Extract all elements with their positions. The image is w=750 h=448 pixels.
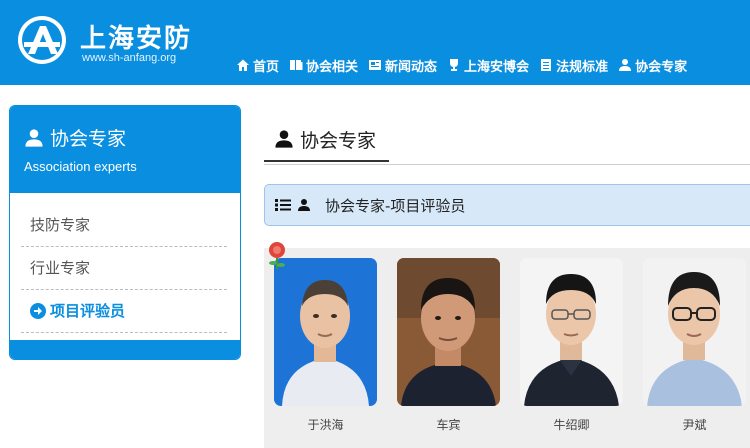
sidebar-item-project-evaluators[interactable]: 项目评验员 [21, 290, 227, 333]
logo-icon[interactable] [16, 14, 68, 66]
user-icon [619, 59, 632, 71]
document-icon [541, 59, 552, 71]
trophy-icon [450, 59, 459, 71]
user-icon [275, 130, 293, 148]
nav-item-association[interactable]: 协会相关 [289, 56, 359, 75]
book-icon [290, 60, 303, 70]
nav-label: 协会相关 [306, 59, 359, 75]
logo-url: www.sh-anfang.org [82, 52, 177, 64]
expert-card[interactable] [520, 258, 623, 406]
page-title: 协会专家 [300, 129, 377, 152]
sidebar-item-label: 技防专家 [30, 216, 91, 234]
expert-card[interactable] [397, 258, 500, 406]
expert-photo [274, 258, 377, 406]
nav-item-news[interactable]: 新闻动态 [368, 56, 438, 75]
sidebar-item-industry-experts[interactable]: 行业专家 [21, 247, 227, 290]
section-header: 协会专家 [264, 118, 750, 165]
sidebar: 协会专家 Association experts 技防专家 行业专家 项目评验员 [9, 105, 241, 360]
arrow-circle-right-icon [30, 303, 46, 319]
nav-label: 新闻动态 [385, 59, 438, 75]
user-icon [298, 199, 310, 211]
expert-name: 尹斌 [682, 418, 707, 432]
main-nav: 首页 协会相关 新闻动态 上海安博会 法规标准 协会专家 [236, 56, 697, 75]
site-header: 上海安防 www.sh-anfang.org 首页 协会相关 新闻动态 上海安博… [0, 0, 750, 85]
sidebar-title: 协会专家 [24, 124, 126, 151]
logo-title[interactable]: 上海安防 [80, 18, 192, 55]
breadcrumb: 协会专家-项目评验员 [264, 184, 750, 226]
flower-badge-icon [269, 242, 285, 269]
expert-name: 于洪海 [307, 418, 344, 432]
sidebar-item-label: 行业专家 [30, 259, 91, 277]
sidebar-subtitle: Association experts [24, 159, 137, 174]
expert-name: 牛绍卿 [553, 418, 590, 432]
user-icon [25, 128, 43, 147]
sidebar-footer [10, 340, 240, 359]
expert-photo [397, 258, 500, 406]
sidebar-item-label: 项目评验员 [50, 302, 126, 320]
list-icon [275, 199, 291, 211]
newspaper-icon [369, 60, 382, 70]
tab-experts[interactable]: 协会专家 [264, 118, 389, 162]
nav-label: 法规标准 [556, 59, 609, 75]
sidebar-header: 协会专家 Association experts [10, 106, 240, 193]
expert-photo [520, 258, 623, 406]
nav-item-experts[interactable]: 协会专家 [618, 56, 688, 75]
nav-item-expo[interactable]: 上海安博会 [447, 56, 530, 75]
nav-label: 首页 [253, 59, 280, 75]
nav-item-home[interactable]: 首页 [236, 56, 280, 75]
expert-card[interactable] [643, 258, 746, 406]
expert-card[interactable] [274, 258, 377, 406]
nav-label: 上海安博会 [464, 59, 530, 75]
sidebar-item-tech-experts[interactable]: 技防专家 [21, 204, 227, 247]
sidebar-menu: 技防专家 行业专家 项目评验员 [21, 204, 227, 333]
expert-photo [643, 258, 746, 406]
home-icon [237, 59, 249, 71]
nav-item-regulations[interactable]: 法规标准 [539, 56, 609, 75]
expert-name: 车宾 [436, 418, 461, 432]
nav-label: 协会专家 [635, 59, 688, 75]
sidebar-title-text: 协会专家 [50, 128, 127, 150]
expert-grid: 于洪海 车宾 牛绍卿 尹斌 [264, 248, 750, 448]
breadcrumb-text: 协会专家-项目评验员 [325, 196, 466, 215]
